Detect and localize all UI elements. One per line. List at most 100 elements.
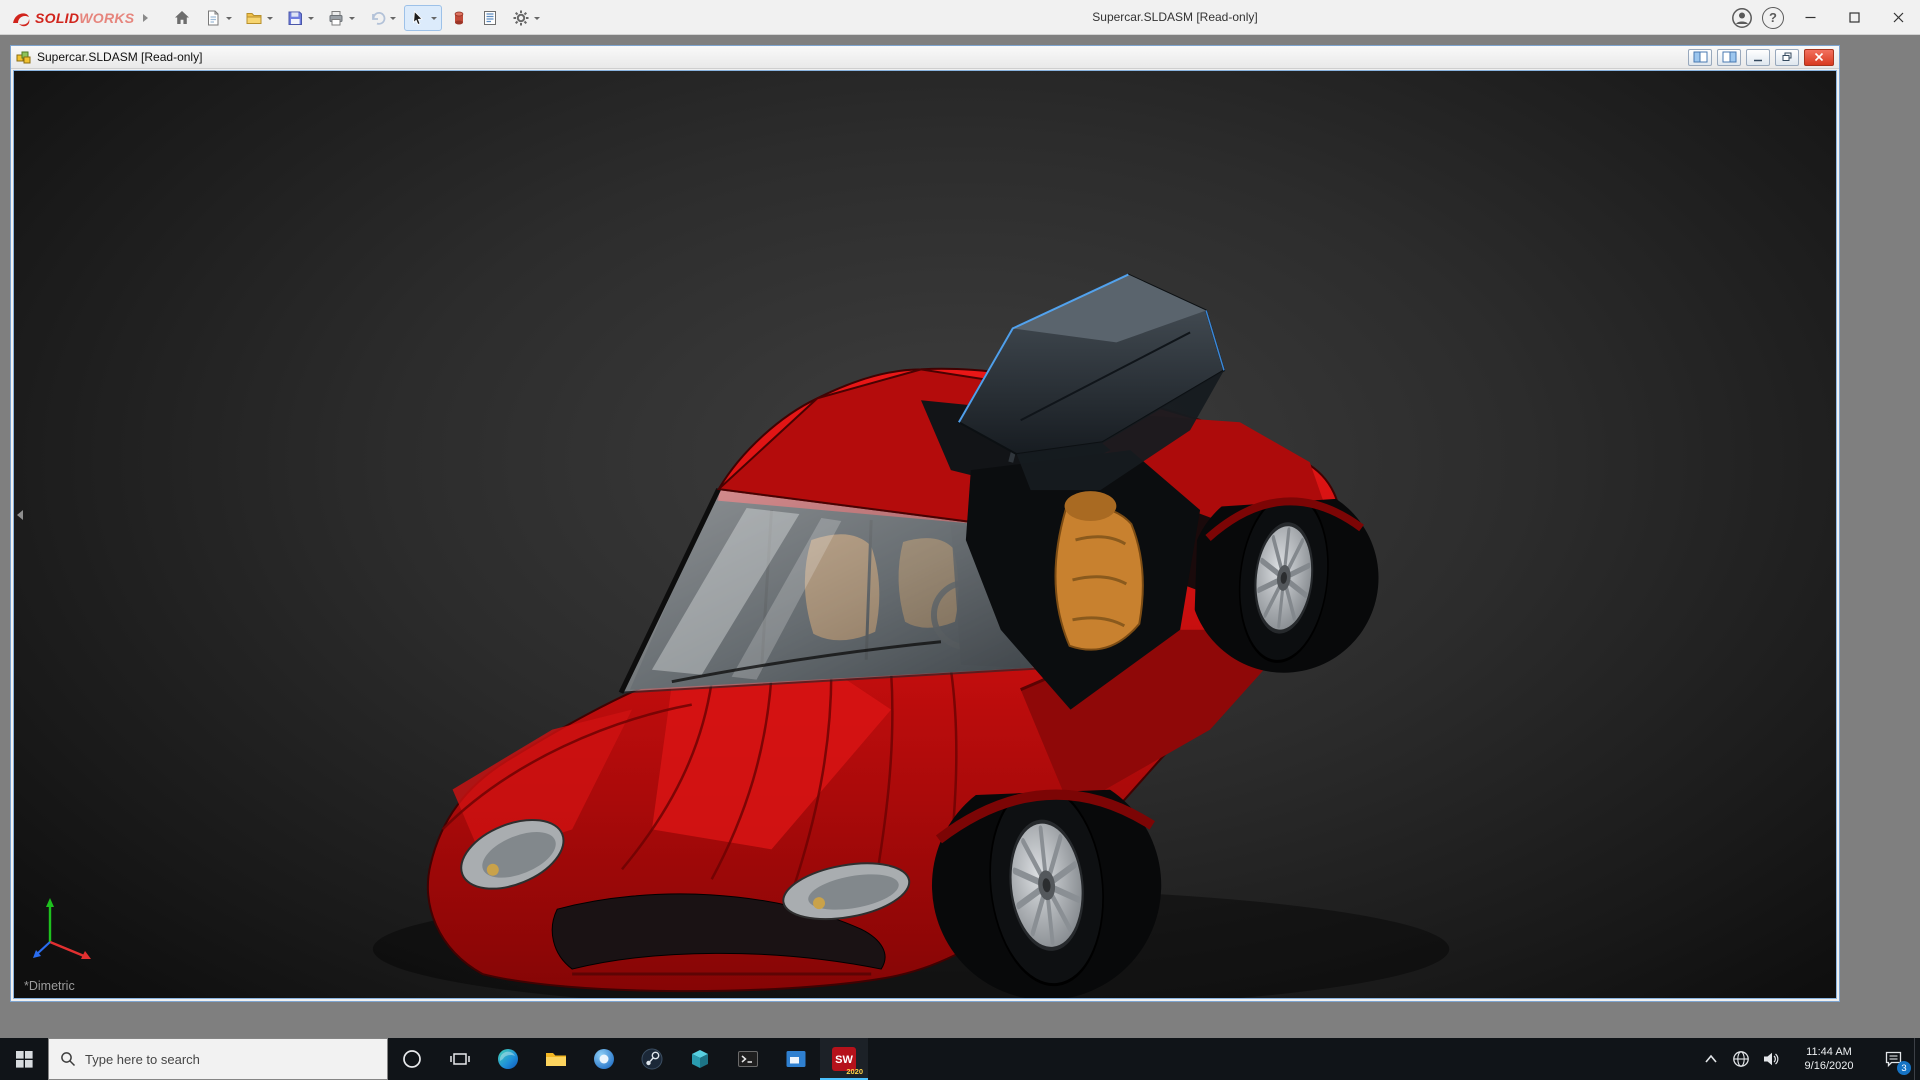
tray-show-hidden-icons[interactable] <box>1696 1038 1726 1080</box>
brand-works: WORKS <box>79 10 134 26</box>
new-document-button[interactable] <box>199 5 237 31</box>
tray-network[interactable] <box>1726 1038 1756 1080</box>
feature-manager-collapse-tab[interactable] <box>14 497 26 533</box>
cortana-icon <box>401 1048 423 1070</box>
edge-icon <box>496 1047 520 1071</box>
search-icon <box>60 1051 76 1067</box>
select-tool-button[interactable] <box>404 5 442 31</box>
user-account-icon <box>1731 7 1753 29</box>
brand-solid: SOLID <box>35 10 79 26</box>
taskbar: Type here to search <box>0 1038 1920 1080</box>
media-app-icon <box>784 1047 808 1071</box>
chevron-up-icon <box>1703 1051 1719 1067</box>
select-arrow-icon <box>409 9 427 27</box>
ds-logo-icon <box>10 9 32 27</box>
task-view-icon <box>449 1048 471 1070</box>
main-window-controls: ? <box>1725 0 1920 35</box>
pane-left-icon <box>1693 51 1708 63</box>
save-icon <box>286 9 304 27</box>
appearance-cylinder-icon <box>450 9 468 27</box>
collapse-arrow-icon <box>17 510 23 520</box>
close-icon <box>1893 12 1904 23</box>
print-button[interactable] <box>322 5 360 31</box>
pane-right-icon <box>1722 51 1737 63</box>
taskbar-item-browser[interactable] <box>580 1038 628 1080</box>
tray-volume[interactable] <box>1756 1038 1786 1080</box>
start-button[interactable] <box>0 1038 48 1080</box>
taskbar-item-media-app[interactable] <box>772 1038 820 1080</box>
help-glyph: ? <box>1769 10 1777 25</box>
taskbar-item-cad-viewer[interactable] <box>676 1038 724 1080</box>
home-button[interactable] <box>168 5 196 31</box>
minimize-button[interactable] <box>1788 0 1832 35</box>
tray-date: 9/16/2020 <box>1805 1059 1854 1073</box>
document-title: Supercar.SLDASM [Read-only] <box>37 50 202 64</box>
open-button[interactable] <box>240 5 278 31</box>
appearance-button[interactable] <box>445 5 473 31</box>
document-titlebar[interactable]: Supercar.SLDASM [Read-only] <box>11 46 1839 69</box>
minimize-icon <box>1753 53 1763 62</box>
task-pane-icon <box>481 9 499 27</box>
taskbar-item-steam[interactable] <box>628 1038 676 1080</box>
taskbar-item-edge[interactable] <box>484 1038 532 1080</box>
view-orientation-label: *Dimetric <box>24 979 75 993</box>
gear-icon <box>512 9 530 27</box>
maximize-button[interactable] <box>1832 0 1876 35</box>
document-window-controls <box>1688 49 1834 66</box>
solidworks-year-label: 2020 <box>846 1067 863 1076</box>
search-placeholder: Type here to search <box>85 1052 200 1067</box>
document-restore-button[interactable] <box>1775 49 1799 66</box>
system-tray: 11:44 AM 9/16/2020 3 <box>1696 1038 1920 1080</box>
graphics-viewport[interactable]: *Dimetric <box>13 70 1837 999</box>
terminal-icon <box>736 1047 760 1071</box>
tray-time: 11:44 AM <box>1806 1045 1852 1059</box>
close-icon <box>1814 52 1824 62</box>
assembly-document-icon <box>16 50 31 64</box>
close-button[interactable] <box>1876 0 1920 35</box>
document-close-button[interactable] <box>1804 49 1834 66</box>
browser-icon <box>592 1047 616 1071</box>
print-icon <box>327 9 345 27</box>
user-account-button[interactable] <box>1729 5 1754 30</box>
main-window-title: Supercar.SLDASM [Read-only] <box>560 0 1790 35</box>
new-document-icon <box>204 9 222 27</box>
task-pane-button[interactable] <box>476 5 504 31</box>
speaker-icon <box>1762 1050 1780 1068</box>
taskbar-item-cortana[interactable] <box>388 1038 436 1080</box>
document-minimize-button[interactable] <box>1746 49 1770 66</box>
main-titlebar: SOLIDWORKS <box>0 0 1920 35</box>
main-toolbar <box>168 4 545 31</box>
orientation-triad <box>32 894 102 966</box>
solidworks-brand: SOLIDWORKS <box>10 0 148 35</box>
show-desktop-button[interactable] <box>1914 1038 1920 1080</box>
maximize-icon <box>1849 12 1860 23</box>
options-button[interactable] <box>507 5 545 31</box>
taskbar-search[interactable]: Type here to search <box>48 1038 388 1080</box>
taskbar-item-terminal[interactable] <box>724 1038 772 1080</box>
tray-action-center[interactable]: 3 <box>1872 1038 1914 1080</box>
supercar-model <box>14 71 1836 998</box>
open-folder-icon <box>245 9 263 27</box>
cad-cube-icon <box>688 1047 712 1071</box>
globe-network-icon <box>1732 1050 1750 1068</box>
solidworks-glyph: SW <box>835 1054 853 1066</box>
taskbar-item-task-view[interactable] <box>436 1038 484 1080</box>
menu-expand-arrow-icon[interactable] <box>143 14 148 22</box>
undo-button[interactable] <box>363 5 401 31</box>
taskbar-item-file-explorer[interactable] <box>532 1038 580 1080</box>
steam-icon <box>640 1047 664 1071</box>
home-icon <box>173 9 191 27</box>
file-explorer-icon <box>544 1047 568 1071</box>
undo-icon <box>368 9 386 27</box>
display-pane-button[interactable] <box>1717 49 1741 66</box>
restore-icon <box>1782 52 1793 62</box>
save-button[interactable] <box>281 5 319 31</box>
tray-clock[interactable]: 11:44 AM 9/16/2020 <box>1786 1038 1872 1080</box>
windows-start-icon <box>16 1051 33 1068</box>
feature-pane-button[interactable] <box>1688 49 1712 66</box>
document-window: Supercar.SLDASM [Read-only] <box>10 45 1840 1002</box>
notification-badge: 3 <box>1897 1061 1911 1075</box>
minimize-icon <box>1805 12 1816 23</box>
taskbar-item-solidworks[interactable]: SW 2020 <box>820 1038 868 1080</box>
help-button[interactable]: ? <box>1762 7 1784 29</box>
